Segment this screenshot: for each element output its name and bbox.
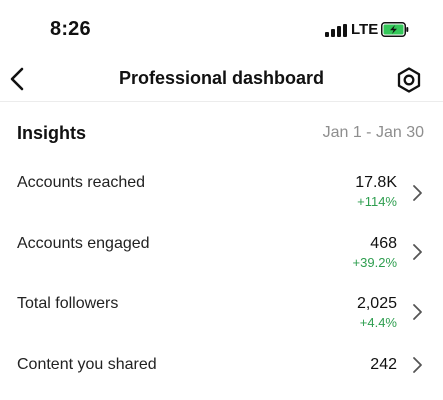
status-bar: 8:26 LTE (0, 0, 443, 56)
metric-value: 468 (370, 235, 397, 252)
chevron-right-icon (413, 244, 422, 260)
metric-change: +4.4% (359, 315, 397, 330)
metric-change: +39.2% (352, 255, 397, 270)
signal-strength-icon (325, 24, 347, 37)
metric-value: 242 (370, 356, 397, 373)
chevron-right-icon (413, 185, 422, 201)
chevron-right-icon (413, 357, 422, 373)
metric-label: Content you shared (17, 356, 157, 373)
metric-row-total-followers[interactable]: Total followers 2,025 +4.4% (0, 291, 443, 347)
battery-charging-icon (381, 22, 409, 37)
metric-change: +114% (357, 194, 397, 209)
section-title: Insights (17, 123, 87, 143)
metric-value: 2,025 (356, 295, 397, 312)
metric-value: 17.8K (355, 174, 397, 191)
metric-row-accounts-engaged[interactable]: Accounts engaged 468 +39.2% (0, 231, 443, 287)
metric-row-content-shared[interactable]: Content you shared 242 (0, 352, 443, 400)
status-time: 8:26 (50, 18, 91, 40)
insights-header: Insights Jan 1 - Jan 30 (0, 118, 443, 148)
date-range[interactable]: Jan 1 - Jan 30 (323, 124, 424, 142)
metric-label: Accounts engaged (17, 235, 150, 252)
metric-label: Accounts reached (17, 174, 146, 191)
metric-label: Total followers (17, 295, 119, 312)
page-title: Professional dashboard (118, 68, 325, 88)
chevron-right-icon (413, 304, 422, 320)
gear-icon[interactable] (395, 66, 423, 94)
nav-bar: Professional dashboard (0, 56, 443, 102)
metric-row-accounts-reached[interactable]: Accounts reached 17.8K +114% (0, 170, 443, 226)
network-type: LTE (351, 21, 379, 38)
